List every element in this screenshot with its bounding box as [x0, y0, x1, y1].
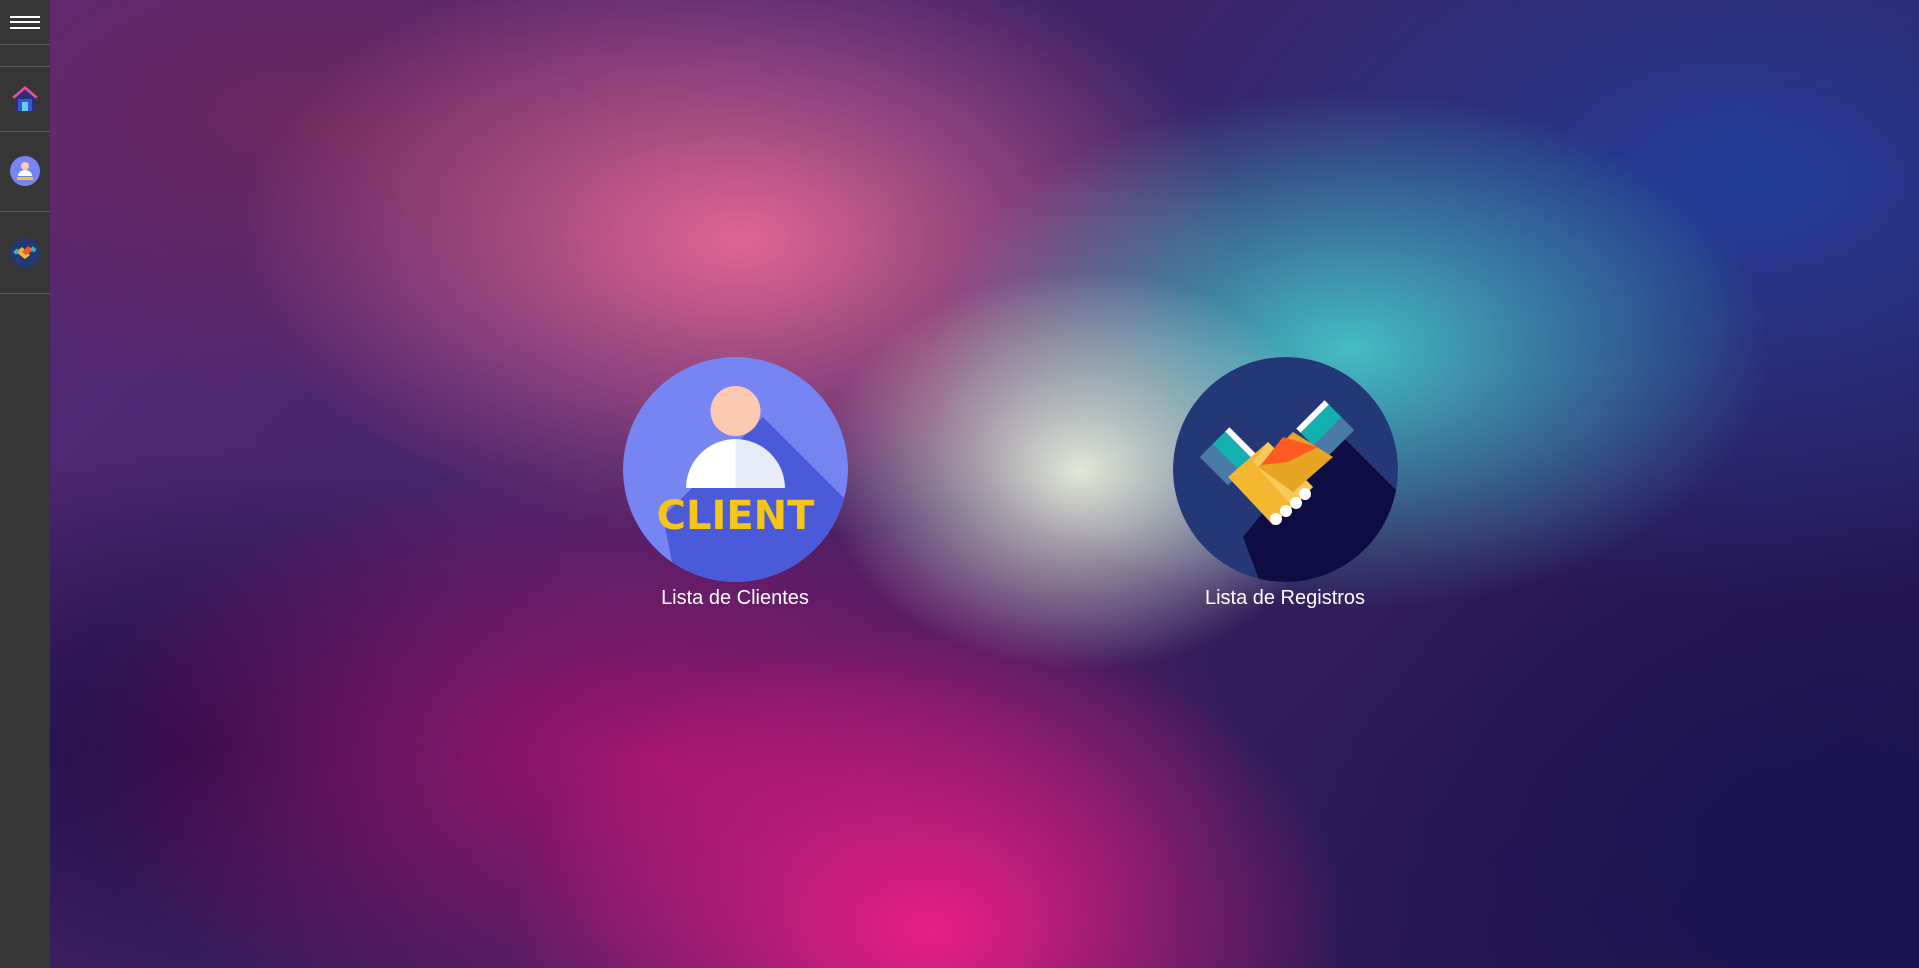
app-root: CLIENT Lista de Clientes Lista de Regist…: [0, 0, 1919, 968]
sidebar-item-registros[interactable]: [0, 212, 50, 294]
client-icon: [10, 156, 40, 186]
tile-label[interactable]: Lista de Registros: [1170, 586, 1400, 610]
handshake-icon: [10, 237, 40, 268]
background-gradient: [50, 0, 1919, 968]
sidebar-item-home[interactable]: [0, 66, 50, 132]
sidebar-item-clients[interactable]: [0, 131, 50, 212]
sidebar: [0, 0, 50, 968]
tile-clients[interactable]: CLIENT Lista de Clientes: [620, 357, 850, 610]
tile-label[interactable]: Lista de Clientes: [620, 586, 850, 610]
home-icon: [12, 86, 38, 111]
handshake-icon[interactable]: [1172, 357, 1398, 582]
tile-registros[interactable]: Lista de Registros: [1170, 357, 1400, 610]
hamburger-menu-icon[interactable]: [0, 0, 50, 45]
svg-text:CLIENT: CLIENT: [656, 493, 815, 539]
client-icon[interactable]: CLIENT: [622, 357, 848, 582]
